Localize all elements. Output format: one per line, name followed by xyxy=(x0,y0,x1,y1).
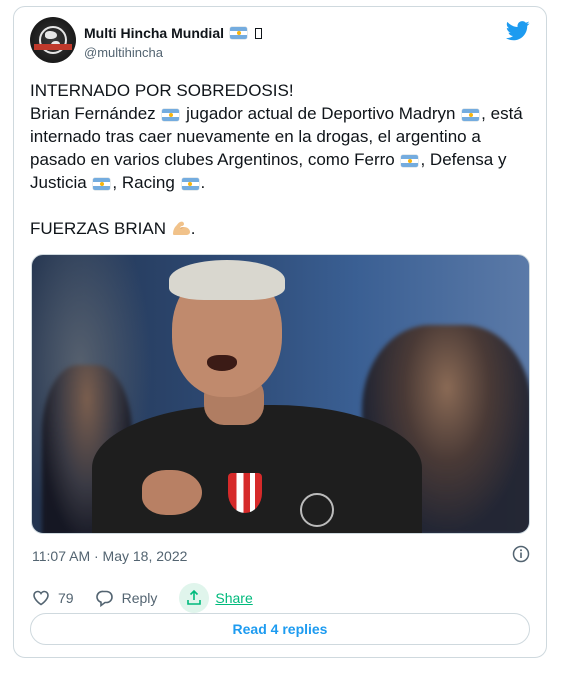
twitter-bird-icon[interactable] xyxy=(506,21,530,41)
avatar[interactable] xyxy=(30,17,76,63)
argentina-flag-icon xyxy=(230,27,247,39)
flexed-biceps-icon xyxy=(172,221,190,235)
share-upload-icon xyxy=(187,589,202,605)
argentina-flag-icon xyxy=(462,108,480,121)
argentina-flag-icon xyxy=(93,177,111,190)
tweet-text: INTERNADO POR SOBREDOSIS! Brian Fernánde… xyxy=(30,79,530,240)
player-jersey xyxy=(92,405,422,533)
reply-bubble-icon xyxy=(95,590,113,607)
sponsor-logo-icon xyxy=(300,493,334,527)
club-crest-icon xyxy=(228,473,262,513)
info-icon[interactable] xyxy=(512,545,530,563)
tweet-closing: FUERZAS BRIAN . xyxy=(30,217,530,240)
like-count: 79 xyxy=(58,590,74,606)
tweet-timestamp[interactable]: 11:07 AM · May 18, 2022 xyxy=(32,548,187,564)
read-replies-button[interactable]: Read 4 replies xyxy=(30,613,530,645)
player-hair xyxy=(169,260,285,300)
missing-glyph-icon xyxy=(255,27,262,39)
tweet-headline: INTERNADO POR SOBREDOSIS! xyxy=(30,81,294,100)
share-icon-background xyxy=(179,583,210,613)
author-name-row: Multi Hincha Mundial xyxy=(84,25,262,41)
share-label: Share xyxy=(215,590,253,606)
player-hand xyxy=(142,470,202,515)
tweet-photo[interactable] xyxy=(31,254,530,534)
display-name[interactable]: Multi Hincha Mundial xyxy=(84,25,224,41)
heart-icon xyxy=(33,590,49,606)
tweet-text-fragment: FUERZAS BRIAN xyxy=(30,219,171,238)
reply-label: Reply xyxy=(121,590,158,606)
tweet-text-fragment: . xyxy=(200,173,206,192)
argentina-flag-icon xyxy=(162,108,180,121)
tweet-card: Multi Hincha Mundial @multihincha INTERN… xyxy=(13,6,547,658)
reply-button[interactable]: Reply xyxy=(95,589,158,607)
tweet-actions: 79 Reply Share xyxy=(32,583,275,613)
logo-ribbon xyxy=(34,44,72,50)
argentina-flag-icon xyxy=(181,177,199,190)
tweet-text-fragment: Brian Fernández xyxy=(30,104,161,123)
author-handle[interactable]: @multihincha xyxy=(84,45,163,60)
tweet-text-fragment: . xyxy=(190,219,196,238)
tweet-text-fragment: jugador actual de Deportivo Madryn xyxy=(181,104,461,123)
tweet-body: Brian Fernández jugador actual de Deport… xyxy=(30,102,530,194)
share-button[interactable]: Share xyxy=(179,583,253,613)
like-button[interactable]: 79 xyxy=(32,589,74,607)
tweet-text-fragment: , Racing xyxy=(112,173,180,192)
player-mouth xyxy=(207,355,237,371)
argentina-flag-icon xyxy=(401,154,419,167)
